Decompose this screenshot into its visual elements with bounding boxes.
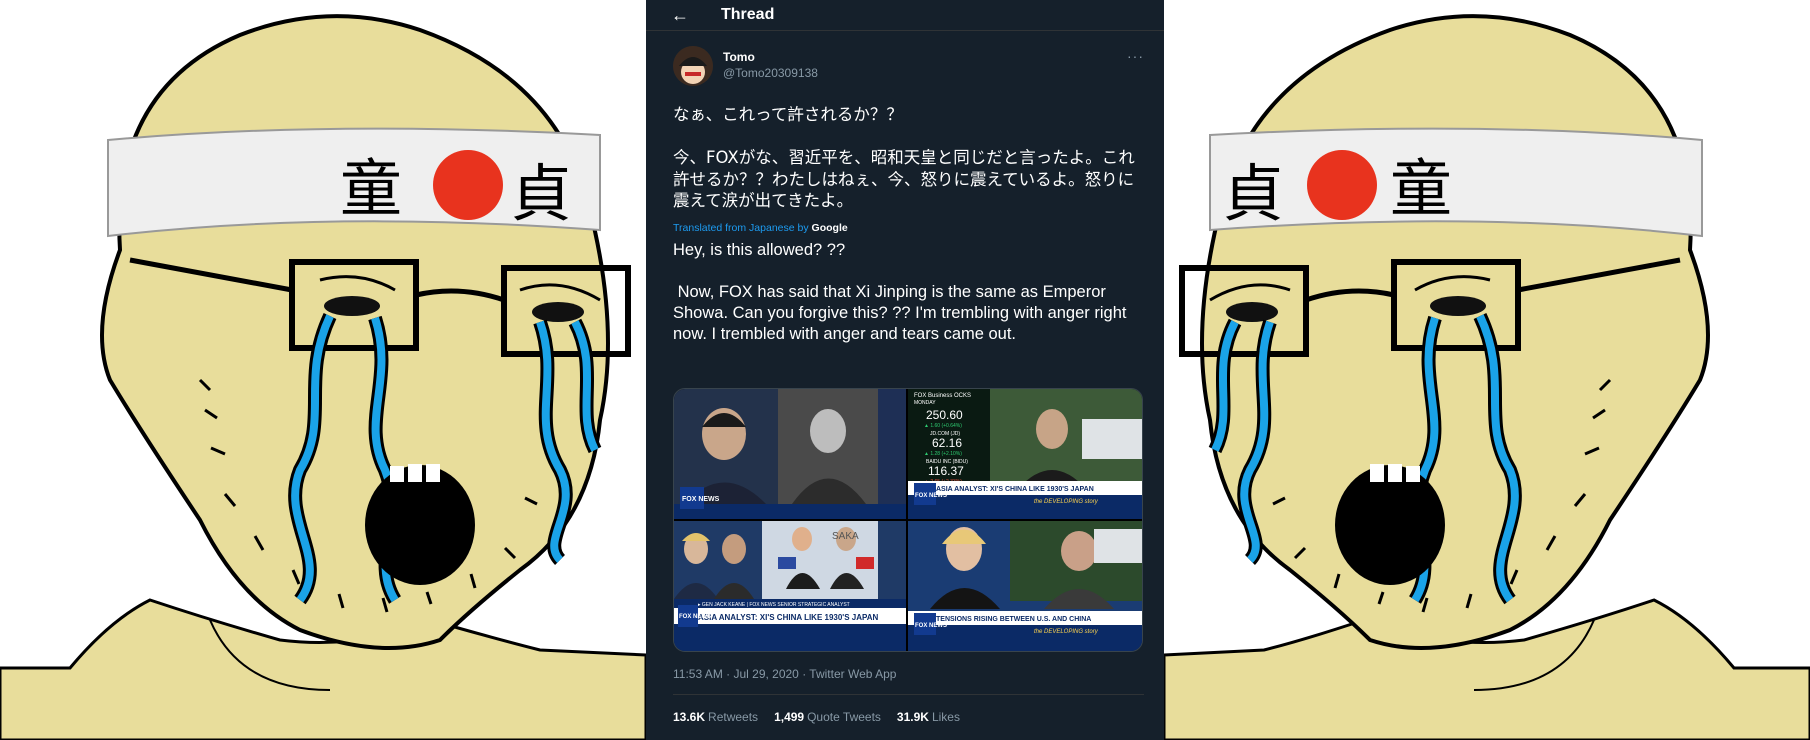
- guest-label: ▸ GEN JACK KEANE | FOX NEWS SENIOR STRAT…: [698, 602, 850, 608]
- avatar[interactable]: [673, 46, 713, 86]
- osaka-sign: SAKA: [832, 531, 859, 542]
- translation-attribution[interactable]: Translated from Japanese by Google: [673, 222, 848, 234]
- fox-logo-tr: FOX NEWS: [915, 493, 947, 499]
- retweets-stat[interactable]: 13.6K Retweets: [673, 710, 758, 724]
- media-panel-bottom-right: TENSIONS RISING BETWEEN U.S. AND CHINA t…: [908, 521, 1142, 651]
- stocks-header: FOX Business OCKS: [914, 393, 971, 399]
- author-name[interactable]: Tomo: [723, 50, 755, 64]
- fox-logo-br: FOX NEWS: [915, 623, 947, 629]
- tweet-translated-text: Hey, is this allowed? ?? Now, FOX has sa…: [673, 241, 1127, 343]
- tweet-timestamp[interactable]: 11:53 AM · Jul 29, 2020 · Twitter Web Ap…: [673, 667, 896, 681]
- left-wojak-drawing: 童 貞: [0, 14, 646, 740]
- subline-top: the DEVELOPING story: [1034, 499, 1099, 505]
- translation-service: Google: [811, 222, 848, 234]
- stocks-day: MONDAY: [914, 400, 936, 406]
- stock-change-2: ▲ 1.28 (+2.10%): [924, 451, 962, 457]
- right-headband-char-2: 童: [1390, 152, 1452, 225]
- likes-stat[interactable]: 31.9K Likes: [897, 710, 960, 724]
- subline-bottom-right: the DEVELOPING story: [1034, 629, 1099, 635]
- avatar-image: [673, 46, 713, 86]
- stock-value-2: 62.16: [932, 436, 962, 450]
- translated-prefix: Translated from Japanese by: [673, 222, 809, 234]
- fox-logo-bl: FOX NEWS: [679, 614, 711, 620]
- stock-value-3: 116.37: [928, 464, 964, 478]
- fox-logo-tl: FOX NEWS: [682, 496, 720, 503]
- stock-change-1: ▲ 1.60 (+0.64%): [924, 423, 962, 429]
- tweet-author: Tomo @Tomo20309138 ···: [673, 46, 1144, 90]
- author-handle[interactable]: @Tomo20309138: [723, 66, 818, 80]
- right-crying-wojak: 貞 童: [1164, 0, 1810, 740]
- thread-title: Thread: [721, 6, 775, 23]
- tweet-panel: ← Thread Tomo @Tomo20309138 ··· なぁ、これって許…: [646, 0, 1164, 740]
- left-headband-char-2: 貞: [510, 157, 572, 230]
- tweet-stats: 13.6K Retweets 1,499 Quote Tweets 31.9K Lik…: [673, 710, 960, 724]
- right-headband-char-1: 貞: [1222, 157, 1284, 230]
- quote-tweets-stat[interactable]: 1,499 Quote Tweets: [774, 710, 881, 724]
- back-arrow-icon[interactable]: ←: [671, 5, 701, 26]
- left-crying-wojak: 童 貞: [0, 0, 646, 740]
- headline-top: ASIA ANALYST: XI'S CHINA LIKE 1930'S JAP…: [936, 486, 1094, 493]
- tweet-original-text: なぁ、これって許されるか？？ 今、FOXがな、習近平を、昭和天皇と同じだと言った…: [673, 105, 1135, 210]
- media-panel-bottom-left: SAKA ▸ GEN JACK KEANE | FOX NEWS SENIOR …: [674, 521, 906, 651]
- fox-news-collage: FOX NEWS FOX Business OCKS MONDAY 250.60…: [674, 389, 1142, 651]
- tweet-media-grid[interactable]: FOX NEWS FOX Business OCKS MONDAY 250.60…: [673, 388, 1143, 652]
- divider: [673, 694, 1144, 695]
- media-panel-top-right: FOX Business OCKS MONDAY 250.60 ▲ 1.60 (…: [908, 389, 1142, 519]
- headline-bottom-right: TENSIONS RISING BETWEEN U.S. AND CHINA: [936, 616, 1091, 623]
- thread-header: ← Thread: [646, 0, 1164, 31]
- left-rising-sun-icon: [433, 150, 503, 220]
- right-rising-sun-icon: [1307, 150, 1377, 220]
- left-headband-char-1: 童: [340, 152, 402, 225]
- stock-value-1: 250.60: [926, 408, 963, 422]
- media-panel-top-left: FOX NEWS: [674, 389, 906, 519]
- headline-bottom-left: ASIA ANALYST: XI'S CHINA LIKE 1930'S JAP…: [698, 613, 879, 622]
- right-wojak-drawing: 貞 童: [1164, 14, 1810, 740]
- more-options-icon[interactable]: ···: [1127, 48, 1144, 64]
